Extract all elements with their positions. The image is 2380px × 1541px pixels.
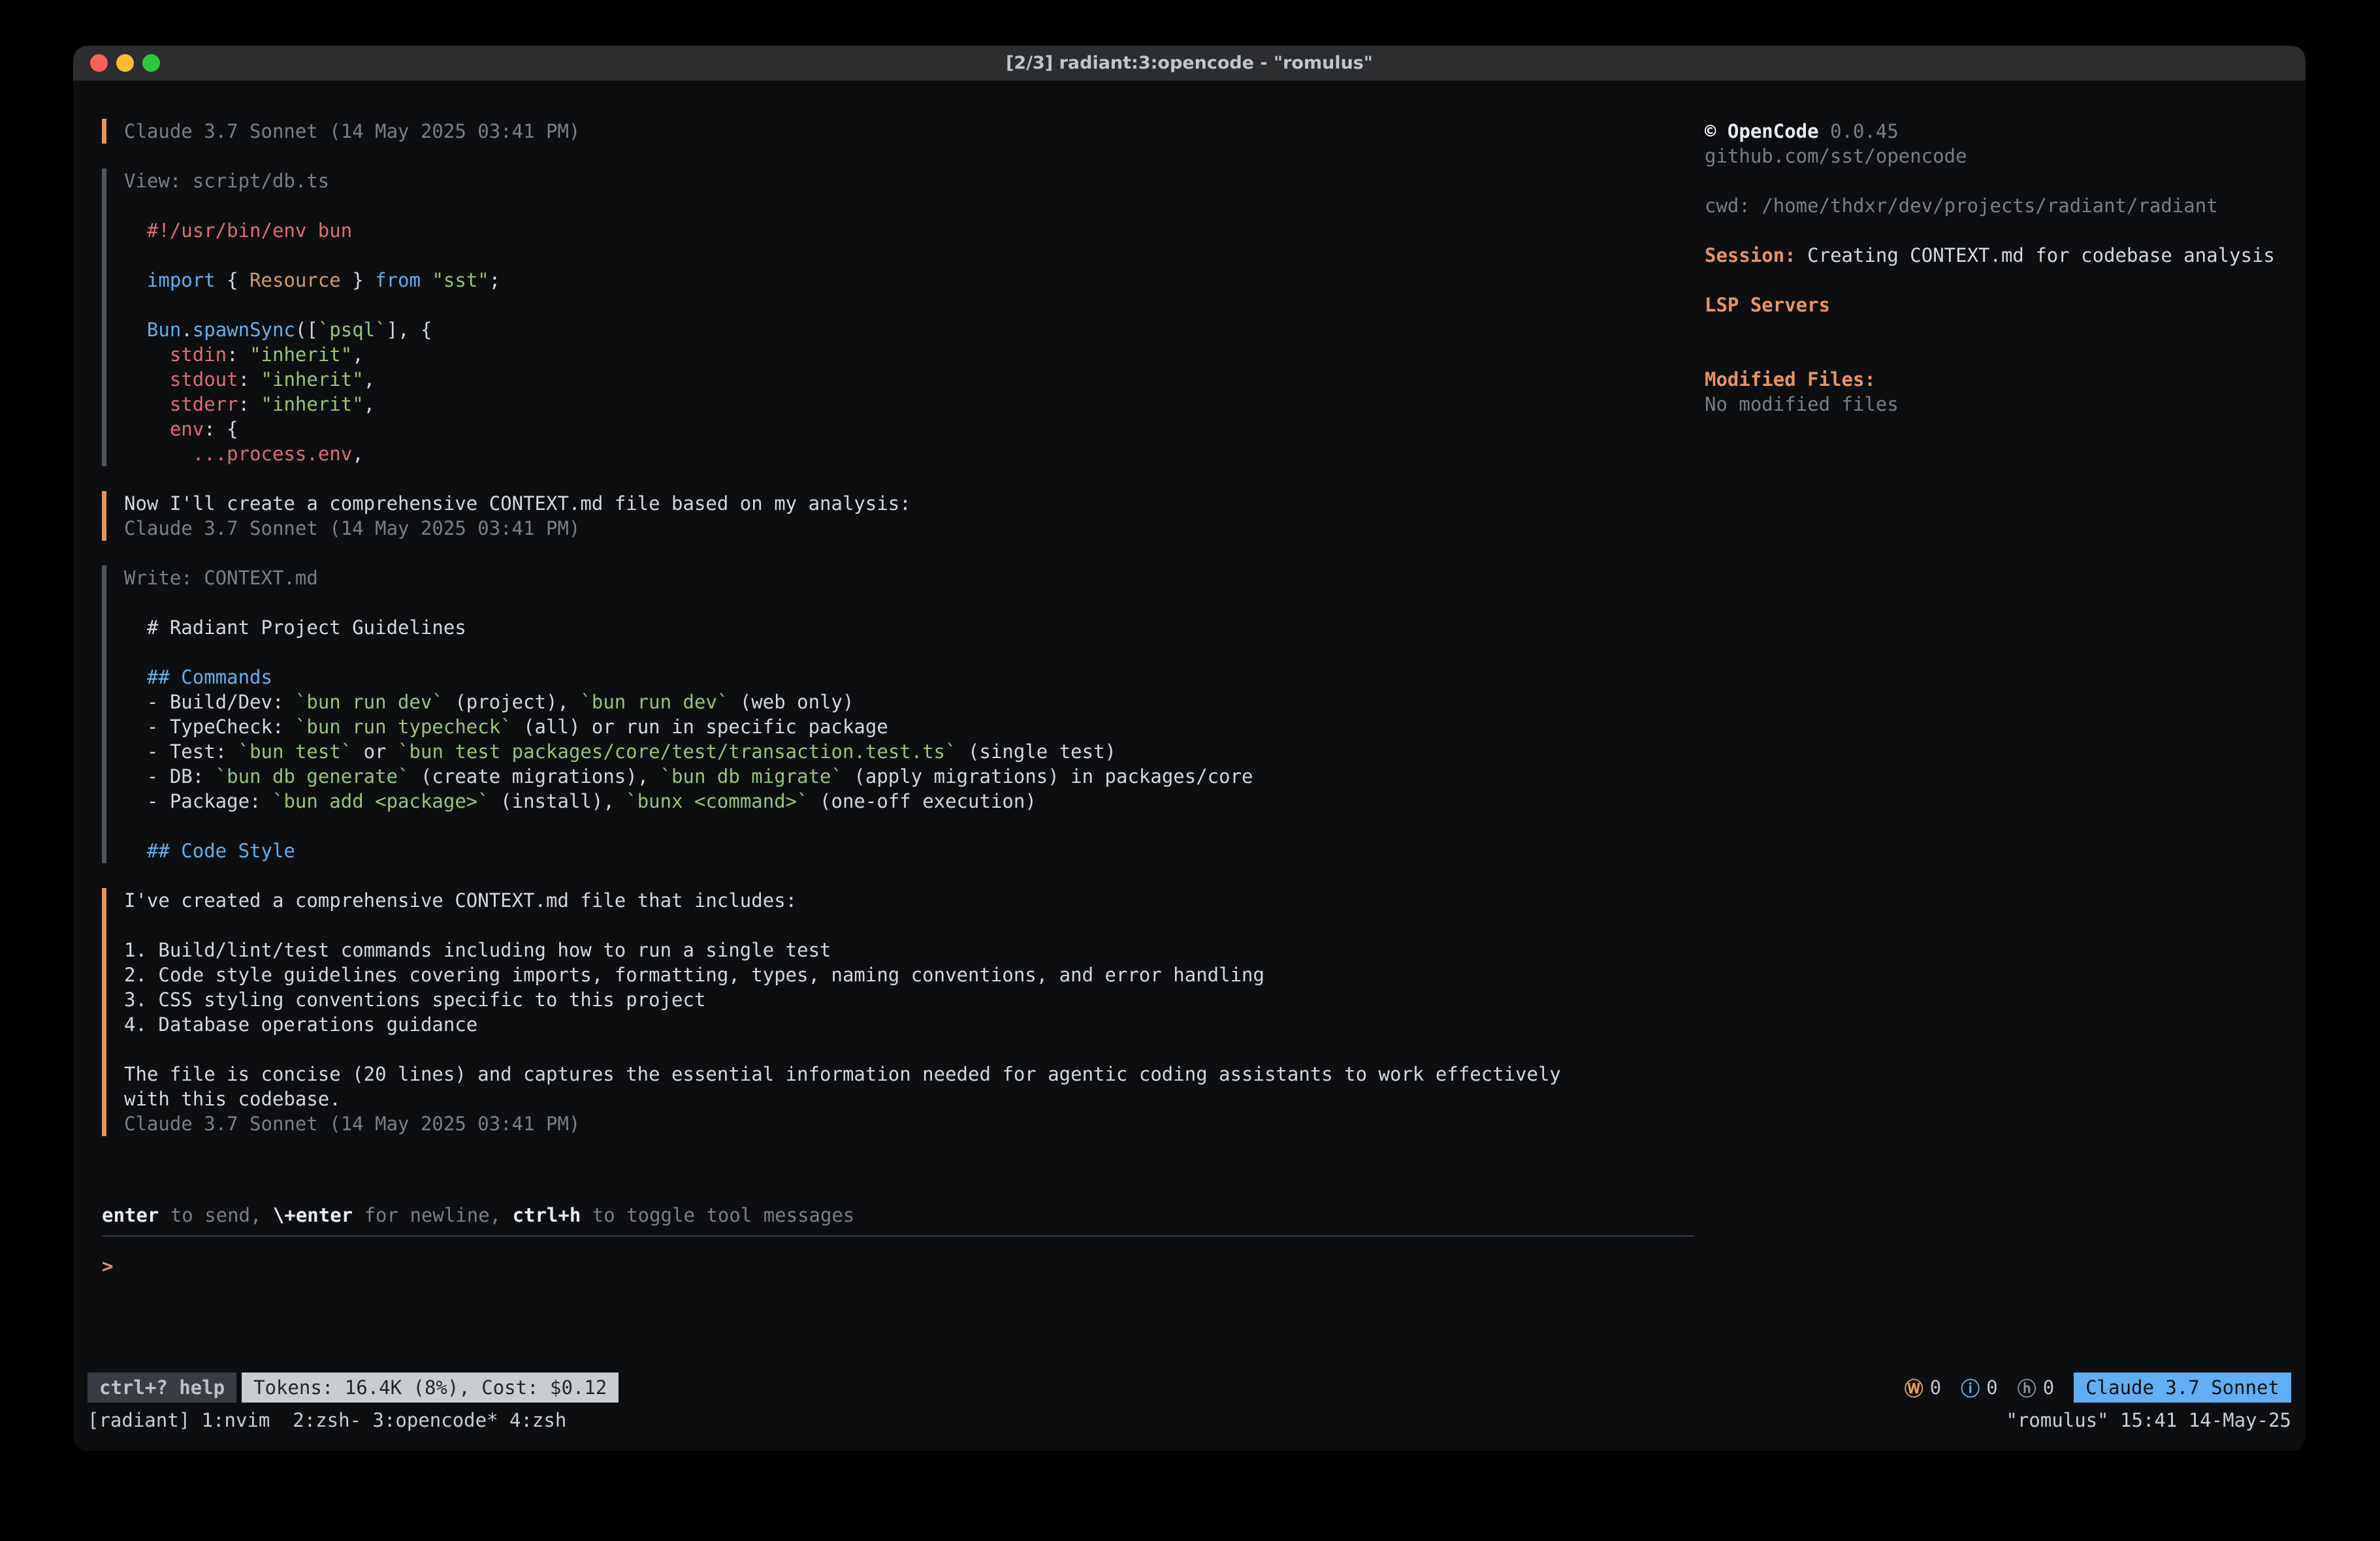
prompt-symbol: > <box>102 1255 113 1277</box>
window-title: [2/3] radiant:3:opencode - "romulus" <box>73 53 2306 73</box>
terminal-line: I've created a comprehensive CONTEXT.md … <box>124 888 1694 913</box>
terminal-line: stdin: "inherit", <box>124 342 1694 367</box>
terminal-line: - Build/Dev: `bun run dev` (project), `b… <box>124 690 1694 714</box>
tmux-window-list: [radiant] 1:nvim 2:zsh- 3:opencode* 4:zs… <box>88 1409 566 1431</box>
window-titlebar: [2/3] radiant:3:opencode - "romulus" <box>73 46 2306 81</box>
terminal-line: 1. Build/lint/test commands including ho… <box>124 938 1694 962</box>
terminal-line: Session: Creating CONTEXT.md for codebas… <box>1705 243 2282 268</box>
terminal-line: Claude 3.7 Sonnet (14 May 2025 03:41 PM) <box>124 1111 1694 1136</box>
terminal-line: Write: CONTEXT.md <box>124 565 1694 590</box>
diagnostic-info: ⓘ 0 <box>1961 1374 1997 1401</box>
window-controls <box>90 54 160 72</box>
terminal-window: [2/3] radiant:3:opencode - "romulus" Cla… <box>73 46 2306 1451</box>
terminal-line: - Test: `bun test` or `bun test packages… <box>124 739 1694 764</box>
terminal-line <box>1705 168 2282 193</box>
terminal-content: Claude 3.7 Sonnet (14 May 2025 03:41 PM)… <box>73 81 2306 1370</box>
terminal-line: cwd: /home/thdxr/dev/projects/radiant/ra… <box>1705 193 2282 218</box>
diagnostic-hints: ⓗ 0 <box>2018 1374 2054 1401</box>
warning-icon: Ⓦ <box>1905 1374 1923 1401</box>
assistant-message-block: Now I'll create a comprehensive CONTEXT.… <box>102 491 1694 541</box>
terminal-line: stderr: "inherit", <box>124 392 1694 417</box>
terminal-line <box>1705 218 2282 243</box>
tmux-status-bar: [radiant] 1:nvim 2:zsh- 3:opencode* 4:zs… <box>73 1405 2306 1435</box>
model-badge: Claude 3.7 Sonnet <box>2074 1373 2291 1403</box>
terminal-line: ## Code Style <box>124 838 1694 863</box>
terminal-line: ## Commands <box>124 665 1694 690</box>
terminal-line: enter to send, \+enter for newline, ctrl… <box>102 1203 1694 1228</box>
info-count: 0 <box>1986 1376 1997 1399</box>
terminal-line: Modified Files: <box>1705 367 2282 392</box>
terminal-line <box>124 640 1694 665</box>
input-divider <box>102 1235 1694 1237</box>
terminal-line: ...process.env, <box>124 441 1694 466</box>
chat-pane: Claude 3.7 Sonnet (14 May 2025 03:41 PM)… <box>102 119 1694 1370</box>
terminal-line: env: { <box>124 417 1694 441</box>
terminal-line <box>124 590 1694 615</box>
terminal-line: Claude 3.7 Sonnet (14 May 2025 03:41 PM) <box>124 516 1694 541</box>
diagnostic-warnings: Ⓦ 0 <box>1905 1374 1941 1401</box>
flex-spacer <box>102 1136 1694 1190</box>
hint-icon: ⓗ <box>2018 1374 2036 1401</box>
terminal-line: 4. Database operations guidance <box>124 1012 1694 1037</box>
assistant-message-block: Claude 3.7 Sonnet (14 May 2025 03:41 PM) <box>102 119 1694 144</box>
terminal-line: - TypeCheck: `bun run typecheck` (all) o… <box>124 714 1694 739</box>
tmux-session-time: "romulus" 15:41 14-May-25 <box>2006 1409 2292 1431</box>
close-button[interactable] <box>90 54 108 72</box>
terminal-line: View: script/db.ts <box>124 168 1694 193</box>
terminal-line: stdout: "inherit", <box>124 367 1694 392</box>
fullscreen-button[interactable] <box>142 54 160 72</box>
terminal-line: - DB: `bun db generate` (create migratio… <box>124 764 1694 789</box>
info-icon: ⓘ <box>1961 1374 1980 1401</box>
keybinding-hints: enter to send, \+enter for newline, ctrl… <box>102 1203 1694 1228</box>
tool-message-block: Write: CONTEXT.md # Radiant Project Guid… <box>102 565 1694 863</box>
terminal-line: © OpenCode 0.0.45 <box>1705 119 2282 144</box>
terminal-line: No modified files <box>1705 392 2282 417</box>
terminal-line: #!/usr/bin/env bun <box>124 218 1694 243</box>
terminal-line <box>124 913 1694 938</box>
terminal-line: import { Resource } from "sst"; <box>124 268 1694 293</box>
message-list: Claude 3.7 Sonnet (14 May 2025 03:41 PM)… <box>102 119 1694 1136</box>
warning-count: 0 <box>1930 1376 1941 1399</box>
terminal-line: - Package: `bun add <package>` (install)… <box>124 789 1694 814</box>
terminal-line: with this codebase. <box>124 1087 1694 1111</box>
terminal-line <box>1705 268 2282 293</box>
terminal-line: Now I'll create a comprehensive CONTEXT.… <box>124 491 1694 516</box>
status-bar: ctrl+? help Tokens: 16.4K (8%), Cost: $0… <box>73 1370 2306 1405</box>
terminal-line: The file is concise (20 lines) and captu… <box>124 1062 1694 1087</box>
terminal-line <box>124 193 1694 218</box>
terminal-body: Claude 3.7 Sonnet (14 May 2025 03:41 PM)… <box>73 81 2306 1451</box>
minimize-button[interactable] <box>116 54 134 72</box>
terminal-line: LSP Servers <box>1705 293 2282 317</box>
assistant-message-block: I've created a comprehensive CONTEXT.md … <box>102 888 1694 1136</box>
terminal-line: 2. Code style guidelines covering import… <box>124 962 1694 987</box>
terminal-line <box>124 243 1694 268</box>
terminal-line <box>124 293 1694 317</box>
terminal-line <box>1705 342 2282 367</box>
terminal-line: github.com/sst/opencode <box>1705 144 2282 168</box>
tokens-cost-badge: Tokens: 16.4K (8%), Cost: $0.12 <box>242 1373 619 1403</box>
hint-count: 0 <box>2043 1376 2054 1399</box>
command-input[interactable]: > <box>102 1254 1694 1279</box>
terminal-line: Bun.spawnSync([`psql`], { <box>124 317 1694 342</box>
help-shortcut-badge: ctrl+? help <box>88 1373 236 1403</box>
terminal-line: 3. CSS styling conventions specific to t… <box>124 987 1694 1012</box>
terminal-line: Claude 3.7 Sonnet (14 May 2025 03:41 PM) <box>124 119 1694 144</box>
terminal-line <box>124 814 1694 838</box>
terminal-line <box>124 1037 1694 1062</box>
tool-message-block: View: script/db.ts #!/usr/bin/env bun im… <box>102 168 1694 466</box>
info-sidebar: © OpenCode 0.0.45github.com/sst/opencode… <box>1694 119 2282 1370</box>
terminal-line: # Radiant Project Guidelines <box>124 615 1694 640</box>
terminal-line <box>1705 317 2282 342</box>
